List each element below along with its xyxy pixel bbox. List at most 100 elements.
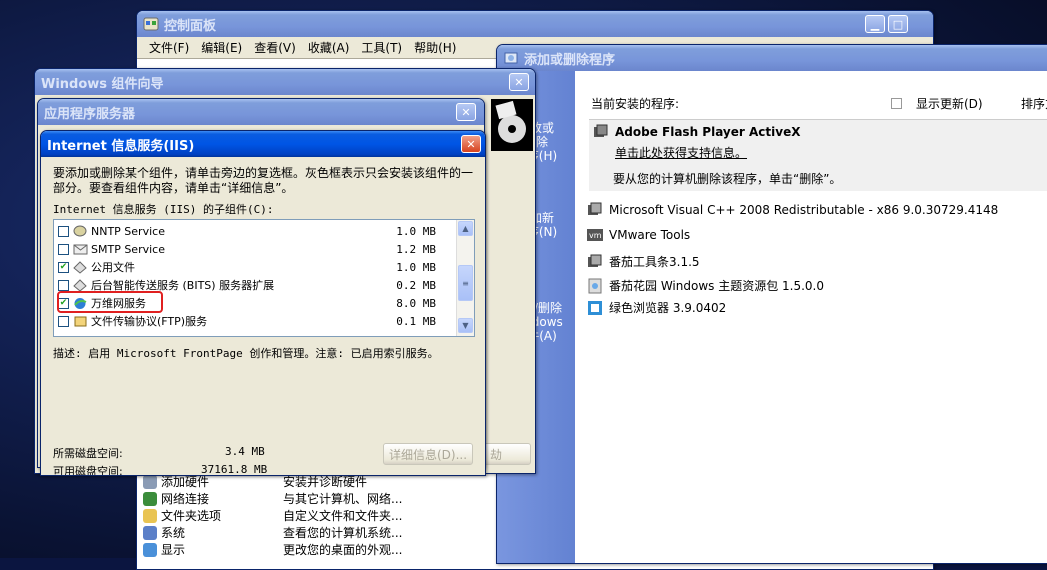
components-list: NNTP Service 1.0 MB SMTP Service 1.2 MB ✔ 公… xyxy=(53,219,475,337)
selected-program[interactable]: Adobe Flash Player ActiveX 单击此处获得支持信息。 要… xyxy=(589,119,1047,191)
wizard-cd-icon xyxy=(491,99,533,151)
description-text: 描述: 启用 Microsoft FrontPage 创作和管理。注意: 已启用… xyxy=(53,347,439,360)
theme-pack-icon xyxy=(588,278,602,293)
scroll-thumb[interactable]: ≡ xyxy=(458,265,473,301)
component-nntp[interactable]: NNTP Service 1.0 MB xyxy=(58,222,456,240)
item-desc: 与其它计算机、网络... xyxy=(283,492,403,506)
common-files-icon xyxy=(73,260,87,274)
maximize-icon: □ xyxy=(892,17,904,31)
iis-titlebar[interactable]: Internet 信息服务(IIS) ✕ xyxy=(41,131,485,157)
component-name: NNTP Service xyxy=(91,224,165,238)
ok-button[interactable]: 确定 xyxy=(279,475,369,476)
details-button[interactable]: 详细信息(D)... xyxy=(383,443,473,465)
installer-icon xyxy=(588,202,602,215)
disk-available-value: 37161.8 MB xyxy=(201,463,268,476)
component-checkbox[interactable]: ✔ xyxy=(58,261,69,273)
component-checkbox[interactable] xyxy=(58,225,69,237)
show-updates-label: 显示更新(D) xyxy=(916,97,983,111)
disk-required-value: 3.4 MB xyxy=(225,445,265,458)
control-panel-titlebar[interactable]: 控制面板 ▁ □ xyxy=(137,11,933,37)
control-panel-list: 添加硬件 安装并诊断硬件 网络连接 与其它计算机、网络... 文件夹选项 自定义文件和… xyxy=(143,473,513,558)
list-item[interactable]: 显示 更改您的桌面的外观... xyxy=(143,541,513,558)
disk-available-label: 可用磁盘空间: xyxy=(53,465,123,476)
current-programs-label: 当前安装的程序: xyxy=(591,97,680,111)
add-remove-icon xyxy=(504,52,518,64)
component-size: 0.1 MB xyxy=(396,314,436,328)
program-name: 绿色浏览器 3.9.0402 xyxy=(609,301,727,315)
app-server-title: 应用程序服务器 xyxy=(44,106,136,122)
menu-help[interactable]: 帮助(H) xyxy=(408,39,462,56)
list-item[interactable]: 系统 查看您的计算机系统... xyxy=(143,524,513,541)
cancel-button[interactable]: 取消 xyxy=(383,475,473,476)
wizard-close-button[interactable]: ✕ xyxy=(509,73,529,91)
smtp-icon xyxy=(73,244,88,254)
remove-hint: 要从您的计算机删除该程序，单击“删除”。 xyxy=(613,172,842,186)
menu-file[interactable]: 文件(F) xyxy=(143,39,195,56)
component-smtp[interactable]: SMTP Service 1.2 MB xyxy=(58,240,456,258)
item-name: 系统 xyxy=(161,526,186,540)
component-ftp[interactable]: 文件传输协议(FTP)服务 0.1 MB xyxy=(58,312,456,330)
highlight-box xyxy=(57,291,163,313)
menu-favorites[interactable]: 收藏(A) xyxy=(302,39,356,56)
display-icon xyxy=(143,542,157,557)
list-item[interactable]: 绿色浏览器 3.9.0402 xyxy=(587,299,726,316)
sort-label: 排序方 xyxy=(1021,97,1047,111)
close-icon: ✕ xyxy=(514,75,524,89)
item-name: 显示 xyxy=(161,543,186,557)
app-server-titlebar[interactable]: 应用程序服务器 ✕ xyxy=(38,99,484,125)
list-item[interactable]: 文件夹选项 自定义文件和文件夹... xyxy=(143,507,513,524)
menu-view[interactable]: 查看(V) xyxy=(248,39,302,56)
control-panel-icon xyxy=(143,17,159,31)
list-item[interactable]: 网络连接 与其它计算机、网络... xyxy=(143,490,513,507)
menu-tools[interactable]: 工具(T) xyxy=(355,39,408,56)
iis-content: 要添加或删除某个组件，请单击旁边的复选框。灰色框表示只会安装该组件的一部分。要查… xyxy=(41,157,485,475)
component-checkbox[interactable] xyxy=(58,315,69,327)
iis-dialog: Internet 信息服务(IIS) ✕ 要添加或删除某个组件，请单击旁边的复选… xyxy=(40,130,486,476)
maximize-button[interactable]: □ xyxy=(888,15,908,33)
scroll-down-button[interactable]: ▼ xyxy=(458,318,473,333)
component-size: 0.2 MB xyxy=(396,278,436,292)
list-item[interactable]: Microsoft Visual C++ 2008 Redistributabl… xyxy=(587,202,998,218)
list-item[interactable]: vm VMware Tools xyxy=(587,227,690,243)
arrow-up-icon: ▲ xyxy=(462,224,469,233)
hardware-icon xyxy=(143,474,157,489)
list-item[interactable]: 番茄花园 Windows 主题资源包 1.5.0.0 xyxy=(587,277,824,294)
program-name: 番茄花园 Windows 主题资源包 1.5.0.0 xyxy=(609,279,824,293)
add-remove-titlebar[interactable]: 添加或删除程序 xyxy=(497,45,1047,71)
component-common-files[interactable]: ✔ 公用文件 1.0 MB xyxy=(58,258,456,276)
vmware-icon: vm xyxy=(587,229,603,241)
svg-text:vm: vm xyxy=(589,231,602,240)
item-desc: 查看您的计算机系统... xyxy=(283,526,403,540)
component-size: 1.2 MB xyxy=(396,242,436,256)
component-name: 文件传输协议(FTP)服务 xyxy=(91,315,208,328)
add-remove-programs-window: 添加或删除程序 更改或 删除 程序(H) 添加新 程序(N) 添加/删除 Win… xyxy=(496,44,1047,564)
system-icon xyxy=(143,525,157,540)
iis-title: Internet 信息服务(IIS) xyxy=(47,138,195,154)
disk-required-label: 所需磁盘空间: xyxy=(53,447,123,460)
instruction-text: 要添加或删除某个组件，请单击旁边的复选框。灰色框表示只会安装该组件的一部分。要查… xyxy=(53,166,474,195)
component-size: 1.0 MB xyxy=(396,260,436,274)
component-checkbox[interactable] xyxy=(58,279,69,291)
menu-edit[interactable]: 编辑(E) xyxy=(195,39,248,56)
list-item[interactable]: 番茄工具条3.1.5 xyxy=(587,253,700,270)
wizard-title: Windows 组件向导 xyxy=(41,76,164,92)
components-scrollbar[interactable]: ▲ ≡ ▼ xyxy=(456,220,474,336)
support-link[interactable]: 单击此处获得支持信息。 xyxy=(615,144,747,161)
show-updates-checkbox[interactable]: 显示更新(D) xyxy=(891,95,983,112)
item-desc: 更改您的桌面的外观... xyxy=(283,543,403,557)
component-checkbox[interactable] xyxy=(58,243,69,255)
wizard-titlebar[interactable]: Windows 组件向导 ✕ xyxy=(35,69,535,95)
arrow-down-icon: ▼ xyxy=(462,321,469,330)
iis-close-button[interactable]: ✕ xyxy=(461,135,481,153)
programs-panel: 当前安装的程序: 显示更新(D) 排序方 Adobe Flash Player … xyxy=(575,71,1047,563)
scroll-up-button[interactable]: ▲ xyxy=(458,221,473,236)
app-server-close-button[interactable]: ✕ xyxy=(456,103,476,121)
component-size: 8.0 MB xyxy=(396,296,436,310)
component-name: 公用文件 xyxy=(91,261,135,274)
program-name: Microsoft Visual C++ 2008 Redistributabl… xyxy=(609,203,999,217)
flash-icon xyxy=(594,124,608,137)
item-name: 网络连接 xyxy=(161,492,210,506)
minimize-icon: ▁ xyxy=(870,17,880,31)
network-icon xyxy=(143,491,157,506)
minimize-button[interactable]: ▁ xyxy=(865,15,885,33)
